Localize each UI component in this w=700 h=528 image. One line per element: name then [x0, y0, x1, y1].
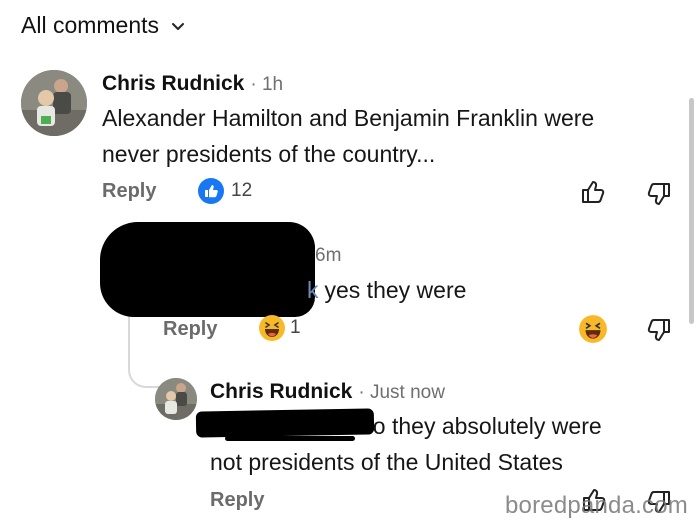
comment-text-line: not presidents of the United States [210, 449, 563, 475]
comment-text: k yes they were [307, 272, 466, 308]
thumbs-down-icon[interactable] [645, 180, 673, 208]
avatar[interactable] [155, 378, 197, 420]
comment-time: 6m [315, 245, 342, 266]
thumbs-down-icon[interactable] [645, 316, 673, 344]
comment-text: Alexander Hamilton and Benjamin Franklin… [102, 100, 672, 172]
haha-reaction-icon [259, 315, 285, 341]
watermark: boredpanda.com [505, 492, 688, 519]
reaction-count: 1 [290, 317, 301, 338]
avatar[interactable] [21, 70, 87, 136]
redaction-block [250, 238, 315, 300]
comment-header: Chris Rudnick · Just now [210, 380, 445, 404]
like-reaction-icon [198, 178, 224, 204]
comment-time: · 1h [250, 74, 284, 95]
chevron-down-icon [172, 22, 185, 30]
avatar-photo [155, 378, 197, 420]
comment-text-line: yes they were [324, 277, 467, 303]
comments-header-title: All comments [21, 12, 160, 38]
reaction-summary[interactable]: 1 [258, 314, 301, 342]
redaction-block [195, 408, 375, 438]
avatar-photo [21, 70, 87, 136]
mention-fragment: k [307, 277, 319, 303]
comment-author[interactable]: Chris Rudnick [102, 72, 244, 96]
reply-button[interactable]: Reply [210, 489, 264, 512]
comments-sort-dropdown[interactable]: All comments [21, 12, 187, 39]
reply-button[interactable]: Reply [102, 180, 156, 203]
comment-author[interactable]: Chris Rudnick [210, 380, 352, 404]
scrollbar[interactable] [689, 98, 694, 324]
redaction-block [225, 436, 355, 441]
reaction-summary[interactable]: 12 [198, 178, 252, 204]
comment-time: · Just now [358, 382, 445, 403]
haha-reaction-icon[interactable] [578, 314, 608, 344]
reaction-count: 12 [231, 180, 253, 201]
comment-header: Chris Rudnick · 1h [102, 72, 283, 96]
comment-text-line: never presidents of the country... [102, 141, 436, 167]
comment-text-line: Alexander Hamilton and Benjamin Franklin… [102, 105, 595, 131]
reply-button[interactable]: Reply [163, 318, 217, 341]
thumbs-up-icon[interactable] [579, 178, 607, 206]
